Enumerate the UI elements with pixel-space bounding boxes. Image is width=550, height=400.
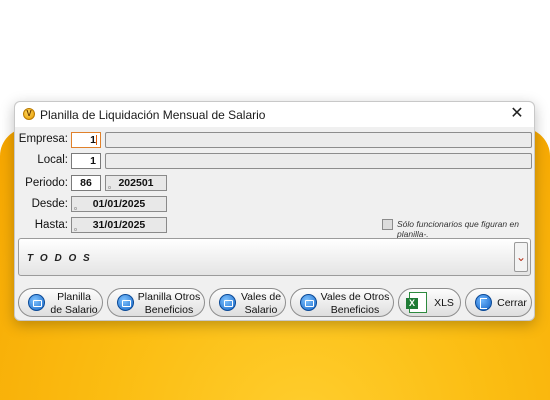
cerrar-button[interactable]: Cerrar (465, 288, 532, 317)
planilla-salario-line1: Planilla (57, 291, 91, 303)
vales-salario-button[interactable]: Vales de Salario (209, 288, 286, 317)
solo-funcionarios-label: Sólo funcionarios que figuran en planill… (397, 219, 519, 239)
empresa-label: Empresa: (18, 133, 68, 145)
desde-date-field[interactable]: 01/01/2025 (71, 196, 167, 212)
planilla-salario-line2: de Salario (50, 304, 98, 316)
field-marker-icon (74, 207, 77, 210)
vales-otros-line1: Vales de Otros (320, 291, 390, 303)
print-icon (28, 294, 45, 311)
solo-funcionarios-checkbox[interactable] (382, 219, 393, 230)
planilla-salario-button[interactable]: Planilla de Salario (18, 288, 103, 317)
vales-otros-line2: Beneficios (330, 304, 380, 316)
vales-otros-label: Vales de Otros Beneficios (319, 291, 391, 317)
empresa-code-input[interactable]: 1 (71, 132, 101, 148)
dialog-window: V Planilla de Liquidación Mensual de Sal… (14, 101, 535, 321)
app-logo-icon: V (23, 108, 35, 120)
xls-export-button[interactable]: XLS (398, 288, 461, 317)
planilla-otros-beneficios-button[interactable]: Planilla Otros Beneficios (107, 288, 205, 317)
chevron-down-icon[interactable]: ⌄ (514, 242, 528, 272)
print-icon (219, 294, 236, 311)
field-marker-icon (74, 228, 77, 231)
planilla-otros-label: Planilla Otros Beneficios (134, 291, 204, 317)
local-name-field (105, 153, 532, 169)
local-code-input[interactable]: 1 (71, 153, 101, 169)
vales-salario-label: Vales de Salario (237, 291, 285, 317)
periodo-input[interactable]: 86 (71, 175, 101, 191)
periodo-code-value: 202501 (118, 177, 154, 189)
planilla-otros-line2: Beneficios (144, 304, 194, 316)
close-button[interactable]: ✕ (506, 104, 528, 124)
desde-date-value: 01/01/2025 (92, 198, 146, 210)
text-cursor (96, 135, 97, 145)
hasta-date-value: 31/01/2025 (92, 219, 146, 231)
print-icon (300, 294, 317, 311)
periodo-code-field: 202501 (105, 175, 167, 191)
hasta-label: Hasta: (34, 219, 68, 231)
vales-salario-line1: Vales de (240, 291, 282, 303)
vales-salario-line2: Salario (244, 304, 278, 316)
local-label: Local: (37, 154, 68, 166)
group-selector[interactable]: T O D O S ⌄ (18, 238, 531, 276)
exit-door-icon (475, 294, 492, 311)
print-icon (117, 294, 134, 311)
window-title: Planilla de Liquidación Mensual de Salar… (40, 108, 266, 122)
empresa-name-field (105, 132, 532, 148)
cerrar-label: Cerrar (497, 297, 527, 309)
group-selector-value: T O D O S (27, 253, 92, 264)
title-bar: V Planilla de Liquidación Mensual de Sal… (15, 102, 534, 127)
periodo-label: Periodo: (25, 177, 68, 189)
field-marker-icon (108, 186, 111, 189)
hasta-date-field[interactable]: 31/01/2025 (71, 217, 167, 233)
excel-icon (406, 292, 427, 313)
desde-label: Desde: (31, 198, 68, 210)
planilla-otros-line1: Planilla Otros (137, 291, 201, 303)
planilla-salario-label: Planilla de Salario (47, 291, 101, 317)
vales-otros-beneficios-button[interactable]: Vales de Otros Beneficios (290, 288, 394, 317)
xls-label: XLS (434, 297, 454, 309)
